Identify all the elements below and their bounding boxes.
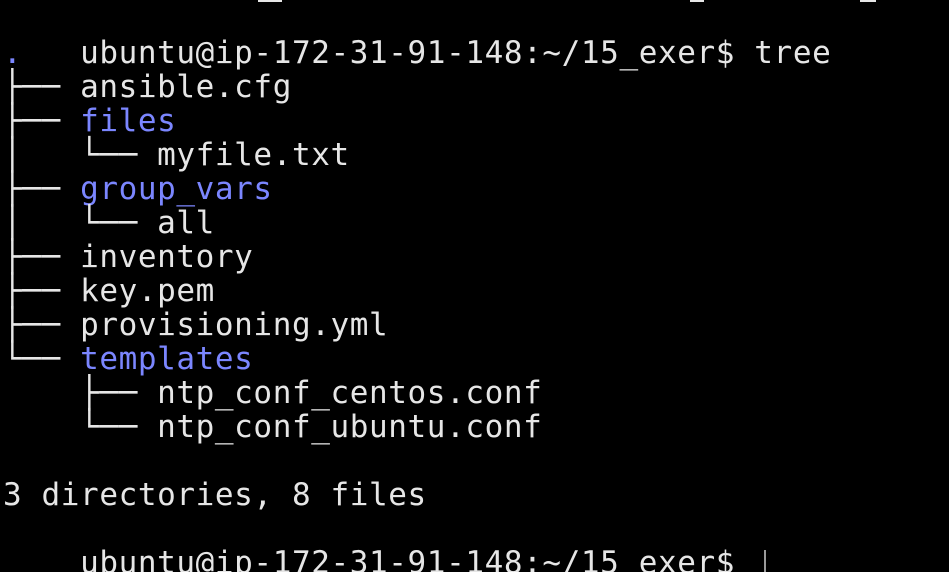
tree-entry: │ └── myfile.txt	[3, 138, 350, 172]
tree-connector: ├──	[3, 171, 81, 207]
file-name: ntp_conf_centos.conf	[157, 375, 543, 411]
shell-prompt: ubuntu@ip-172-31-91-148:~/15_exer$	[80, 545, 755, 572]
directory-name: group_vars	[80, 171, 273, 207]
directory-name: files	[80, 103, 177, 139]
tree-connector: ├──	[3, 375, 158, 411]
file-name: ansible.cfg	[80, 69, 292, 105]
tree-entry: ├── key.pem	[3, 274, 215, 308]
tree-entry: │ └── all	[3, 206, 215, 240]
summary-line: 3 directories, 8 files	[3, 477, 427, 513]
command-text: tree	[754, 35, 832, 71]
directory-name: templates	[80, 341, 254, 377]
tree-connector: ├──	[3, 239, 81, 275]
text-cursor	[764, 549, 767, 572]
tree-connector: ├──	[3, 103, 81, 139]
file-name: myfile.txt	[157, 137, 350, 173]
tree-connector: ├──	[3, 69, 81, 105]
file-name: all	[157, 205, 215, 241]
tree-connector: └──	[3, 409, 158, 445]
tree-entry: ├── files	[3, 104, 176, 138]
tree-entry: ├── group_vars	[3, 172, 273, 206]
tree-connector: │ └──	[3, 205, 158, 241]
tree-entry: └── ntp_conf_ubuntu.conf	[3, 410, 542, 444]
tree-connector: │ └──	[3, 137, 158, 173]
tree-connector: └──	[3, 341, 81, 377]
tree-connector: ├──	[3, 273, 81, 309]
tree-entry: ├── provisioning.yml	[3, 308, 388, 342]
file-name: provisioning.yml	[80, 307, 389, 343]
tree-entry: ├── inventory	[3, 240, 253, 274]
tree-connector: ├──	[3, 307, 81, 343]
prompt-line-current[interactable]: ubuntu@ip-172-31-91-148:~/15_exer$	[3, 512, 767, 572]
terminal-window[interactable]: ubuntu@ip-172-31-91-148:~/15_exer$ tree …	[0, 0, 949, 572]
tree-entry: └── templates	[3, 342, 253, 376]
shell-prompt: ubuntu@ip-172-31-91-148:~/15_exer$	[80, 35, 755, 71]
tree-root: .	[3, 35, 23, 71]
file-name: ntp_conf_ubuntu.conf	[157, 409, 543, 445]
file-name: key.pem	[80, 273, 215, 309]
tree-entry: ├── ntp_conf_centos.conf	[3, 376, 542, 410]
previous-output-fragment	[860, 0, 876, 2]
tree-entry: ├── ansible.cfg	[3, 70, 292, 104]
file-name: inventory	[80, 239, 254, 275]
prompt-line: ubuntu@ip-172-31-91-148:~/15_exer$ tree	[3, 2, 831, 70]
